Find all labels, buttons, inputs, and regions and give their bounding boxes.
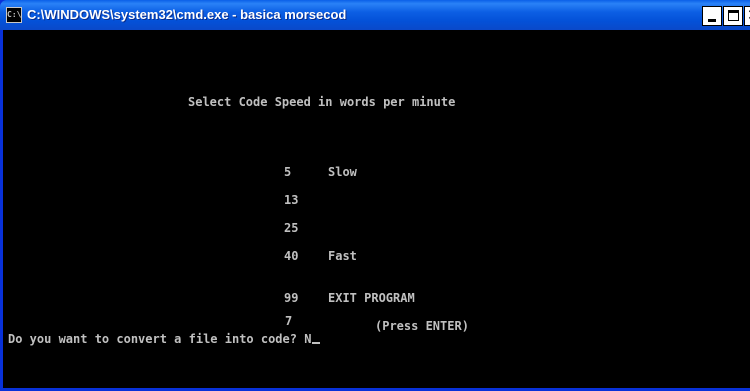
speed-heading: Select Code Speed in words per minute (188, 95, 456, 109)
title-bar[interactable]: C:\ C:\WINDOWS\system32\cmd.exe - basica… (0, 0, 750, 30)
maximize-button[interactable] (723, 6, 743, 26)
speed-option-value: 40 (284, 249, 299, 263)
press-enter-hint: (Press ENTER) (375, 319, 469, 333)
convert-prompt: Do you want to convert a file into code?… (8, 332, 321, 346)
console-output[interactable]: Select Code Speed in words per minute 5 … (3, 30, 750, 388)
speed-option-value: 25 (284, 221, 299, 235)
convert-prompt-text: Do you want to convert a file into code?… (8, 332, 312, 346)
maximize-icon (728, 10, 739, 21)
cmd-icon[interactable]: C:\ (6, 7, 22, 23)
speed-option-value: 5 (284, 165, 292, 179)
text-cursor (312, 342, 321, 344)
minimize-button[interactable] (702, 6, 722, 26)
close-button[interactable]: ✕ (744, 6, 750, 26)
speed-input-value: 7 (285, 314, 293, 328)
speed-option-label: Slow (328, 165, 357, 179)
speed-option-value: 13 (284, 193, 299, 207)
speed-option-value: 99 (284, 291, 299, 305)
speed-option-label: Fast (328, 249, 357, 263)
console-window: C:\ C:\WINDOWS\system32\cmd.exe - basica… (0, 0, 750, 391)
window-title: C:\WINDOWS\system32\cmd.exe - basica mor… (27, 7, 347, 22)
speed-option-label: EXIT PROGRAM (328, 291, 415, 305)
minimize-icon (708, 19, 716, 22)
